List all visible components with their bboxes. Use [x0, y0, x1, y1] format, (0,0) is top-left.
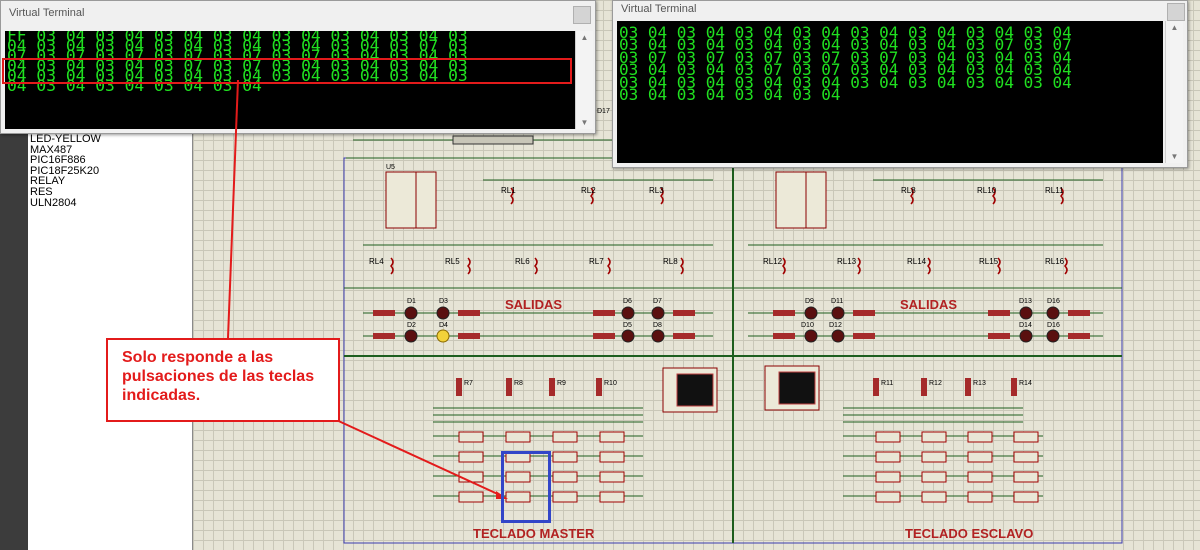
key-highlight-box — [501, 451, 551, 523]
arrow-line — [227, 79, 239, 339]
annotation-callout: Solo responde a las pulsaciones de las t… — [106, 338, 340, 422]
arrow-line — [331, 417, 503, 497]
annotation-arrows — [227, 79, 508, 499]
annotation-text: Solo responde a las pulsaciones de las t… — [122, 349, 315, 404]
